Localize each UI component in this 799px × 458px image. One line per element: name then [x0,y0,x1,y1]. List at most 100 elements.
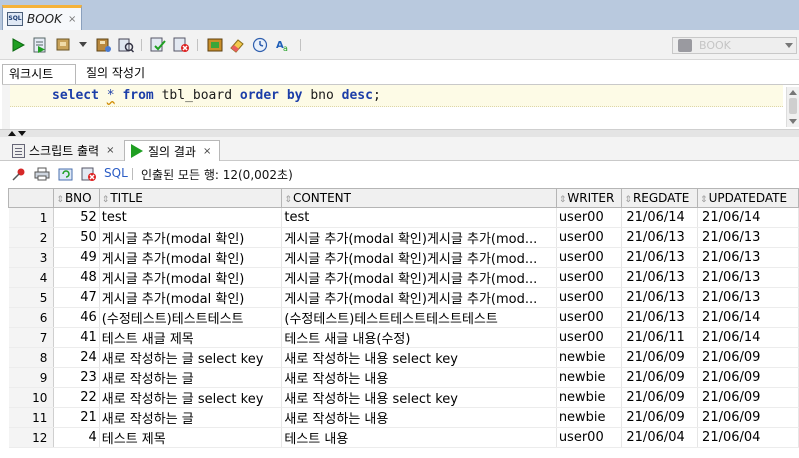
table-row[interactable]: 11 21 새로 작성하는 글 새로 작성하는 내용 newbie 21/06/09 21/… [8,407,799,428]
writer-cell[interactable]: newbie [556,347,623,368]
row-number-cell[interactable]: 3 [8,247,55,268]
bno-cell[interactable]: 41 [53,327,100,348]
writer-cell[interactable]: user00 [556,207,623,228]
content-cell[interactable]: 게시글 추가(modal 확인)게시글 추가(mod... [281,227,557,248]
tab-query-result[interactable]: 질의 결과 × [124,140,220,161]
regdate-cell[interactable]: 21/06/14 [621,207,699,228]
title-cell[interactable]: 게시글 추가(modal 확인) [99,267,283,288]
column-header-title[interactable]: ⇕TITLE [98,188,283,208]
bno-cell[interactable]: 22 [53,387,100,408]
row-number-cell[interactable]: 1 [8,207,55,228]
sql-editor[interactable]: select * from tbl_board order by bno des… [2,84,799,129]
tab-worksheet[interactable]: 워크시트 [2,64,76,84]
row-number-cell[interactable]: 10 [8,387,55,408]
title-cell[interactable]: 게시글 추가(modal 확인) [99,227,283,248]
regdate-cell[interactable]: 21/06/11 [621,327,699,348]
table-row[interactable]: 12 4 테스트 제목 테스트 내용 user00 21/06/04 21/06/04 [8,427,799,448]
row-number-cell[interactable]: 9 [8,367,55,388]
scroll-down-icon[interactable] [789,119,797,124]
row-number-cell[interactable]: 12 [8,427,55,448]
row-number-cell[interactable]: 2 [8,227,55,248]
writer-cell[interactable]: user00 [556,307,623,328]
table-row[interactable]: 5 47 게시글 추가(modal 확인) 게시글 추가(modal 확인)게시글 추… [8,287,799,308]
row-number-cell[interactable]: 7 [8,327,55,348]
writer-cell[interactable]: user00 [556,427,623,448]
chevron-down-icon[interactable] [78,37,88,53]
editor-scrollbar[interactable] [786,87,799,127]
bno-cell[interactable]: 52 [53,207,100,228]
title-cell[interactable]: 테스트 제목 [99,427,283,448]
row-number-cell[interactable]: 8 [8,347,55,368]
writer-cell[interactable]: newbie [556,367,623,388]
content-cell[interactable]: 게시글 추가(modal 확인)게시글 추가(mod... [281,287,557,308]
updatedate-cell[interactable]: 21/06/09 [697,367,799,388]
updatedate-cell[interactable]: 21/06/13 [697,247,799,268]
content-cell[interactable]: 게시글 추가(modal 확인)게시글 추가(mod... [281,267,557,288]
column-header-bno[interactable]: ⇕BNO [53,188,100,208]
title-cell[interactable]: 새로 작성하는 글 [99,407,283,428]
writer-cell[interactable]: user00 [556,267,623,288]
tab-query-builder[interactable]: 질의 작성기 [80,64,151,84]
title-cell[interactable]: 새로 작성하는 글 select key [99,347,283,368]
autotrace-icon[interactable] [56,37,72,53]
bno-cell[interactable]: 23 [53,367,100,388]
title-cell[interactable]: 새로 작성하는 글 [99,367,283,388]
sql-tuning-icon[interactable] [118,37,134,53]
pane-splitter[interactable] [0,129,799,137]
title-cell[interactable]: test [99,207,283,228]
title-cell[interactable]: 게시글 추가(modal 확인) [99,287,283,308]
regdate-cell[interactable]: 21/06/13 [621,267,699,288]
close-tab-icon[interactable]: × [203,146,211,157]
connection-select[interactable]: BOOK [672,37,797,54]
regdate-cell[interactable]: 21/06/13 [621,287,699,308]
scroll-up-icon[interactable] [789,90,797,95]
title-cell[interactable]: 게시글 추가(modal 확인) [99,247,283,268]
format-icon[interactable]: Aa [275,37,291,53]
run-statement-icon[interactable] [10,37,26,53]
content-cell[interactable]: (수정테스트)테스트테스트테스트테스트 [281,307,557,328]
row-number-cell[interactable]: 6 [8,307,55,328]
updatedate-cell[interactable]: 21/06/13 [697,287,799,308]
collapse-down-icon[interactable] [18,131,26,136]
table-row[interactable]: 1 52 test test user00 21/06/14 21/06/14 [8,207,799,228]
bno-cell[interactable]: 50 [53,227,100,248]
regdate-cell[interactable]: 21/06/09 [621,347,699,368]
updatedate-cell[interactable]: 21/06/14 [697,207,799,228]
eraser-icon[interactable] [229,37,245,53]
unshared-sql-icon[interactable] [207,37,223,53]
bno-cell[interactable]: 4 [53,427,100,448]
title-cell[interactable]: 테스트 새글 제목 [99,327,283,348]
table-row[interactable]: 7 41 테스트 새글 제목 테스트 새글 내용(수정) user00 21/06/11 2… [8,327,799,348]
worksheet-tab-book[interactable]: SQL BOOK × [2,5,82,30]
close-tab-icon[interactable]: × [106,145,114,156]
updatedate-cell[interactable]: 21/06/14 [697,307,799,328]
content-cell[interactable]: 새로 작성하는 내용 [281,367,557,388]
run-script-icon[interactable] [32,37,48,53]
updatedate-cell[interactable]: 21/06/13 [697,267,799,288]
column-header-content[interactable]: ⇕CONTENT [281,188,557,208]
regdate-cell[interactable]: 21/06/09 [621,407,699,428]
bno-cell[interactable]: 49 [53,247,100,268]
regdate-cell[interactable]: 21/06/09 [621,367,699,388]
updatedate-cell[interactable]: 21/06/09 [697,387,799,408]
column-header-regdate[interactable]: ⇕REGDATE [621,188,699,208]
content-cell[interactable]: 테스트 내용 [281,427,557,448]
content-cell[interactable]: 게시글 추가(modal 확인)게시글 추가(mod... [281,247,557,268]
regdate-cell[interactable]: 21/06/13 [621,307,699,328]
writer-cell[interactable]: user00 [556,227,623,248]
column-header-writer[interactable]: ⇕WRITER [555,188,623,208]
tab-script-output[interactable]: 스크립트 출력 × [6,140,122,161]
table-row[interactable]: 9 23 새로 작성하는 글 새로 작성하는 내용 newbie 21/06/09 21/0… [8,367,799,388]
writer-cell[interactable]: user00 [556,287,623,308]
table-row[interactable]: 6 46 (수정테스트)테스트테스트 (수정테스트)테스트테스트테스트테스트 user0… [8,307,799,328]
commit-icon[interactable] [150,37,166,53]
close-tab-icon[interactable]: × [68,14,76,25]
bno-cell[interactable]: 46 [53,307,100,328]
content-cell[interactable]: 새로 작성하는 내용 select key [281,347,557,368]
updatedate-cell[interactable]: 21/06/09 [697,407,799,428]
rollback-icon[interactable] [173,37,189,53]
bno-cell[interactable]: 24 [53,347,100,368]
collapse-up-icon[interactable] [8,131,16,136]
bno-cell[interactable]: 48 [53,267,100,288]
row-number-cell[interactable]: 4 [8,267,55,288]
